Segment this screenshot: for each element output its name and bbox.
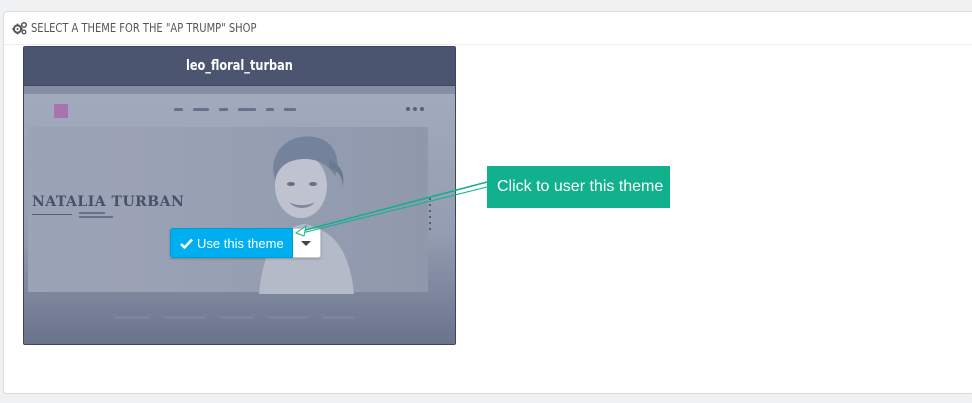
gears-icon bbox=[12, 21, 28, 35]
tooltip-callout: Click to user this theme bbox=[487, 166, 670, 208]
theme-card-header: leo_floral_turban bbox=[24, 47, 455, 86]
caret-down-icon bbox=[301, 240, 312, 246]
theme-card: leo_floral_turban NATALIA TURBAN bbox=[23, 46, 456, 345]
use-theme-button-group: Use this theme bbox=[170, 228, 321, 258]
use-theme-label: Use this theme bbox=[197, 235, 284, 251]
panel-heading: SELECT A THEME FOR THE "AP TRUMP" SHOP bbox=[4, 12, 972, 45]
check-icon bbox=[180, 238, 193, 249]
theme-preview-image: NATALIA TURBAN bbox=[24, 86, 455, 344]
use-theme-button[interactable]: Use this theme bbox=[170, 228, 293, 258]
callout-text: Click to user this theme bbox=[497, 178, 664, 195]
theme-options-dropdown-button[interactable] bbox=[292, 228, 321, 258]
preview-overlay bbox=[24, 86, 455, 344]
panel-title: SELECT A THEME FOR THE "AP TRUMP" SHOP bbox=[31, 21, 257, 35]
theme-name: leo_floral_turban bbox=[186, 58, 293, 74]
